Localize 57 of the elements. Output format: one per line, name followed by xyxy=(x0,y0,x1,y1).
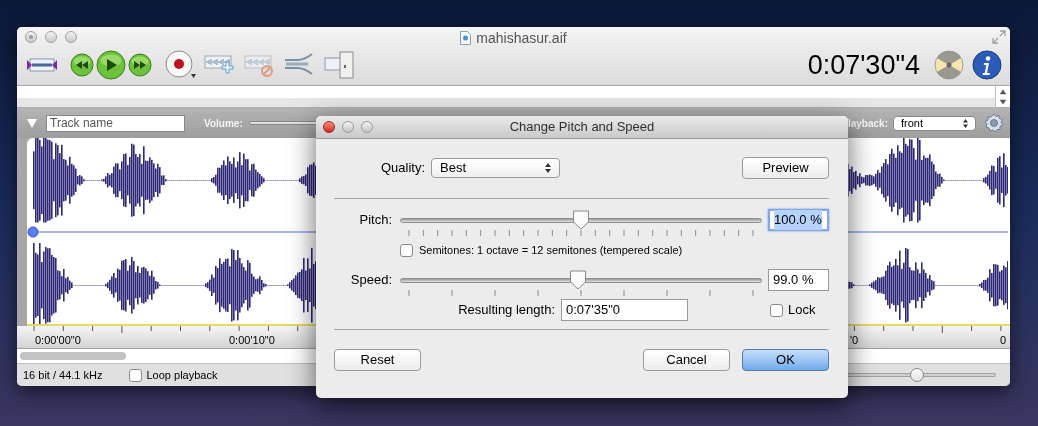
burn-disc-icon[interactable] xyxy=(934,50,964,80)
time-label: 0:00'00"0 xyxy=(35,333,81,348)
track-name-field[interactable]: Track name xyxy=(46,114,185,132)
pitch-field[interactable]: 100.0 % xyxy=(768,209,829,231)
time-display: 0:07'30"4 xyxy=(807,48,920,82)
info-icon[interactable] xyxy=(972,50,1002,80)
lock-checkbox[interactable] xyxy=(770,303,783,317)
slider-thumb[interactable] xyxy=(572,210,590,230)
pitch-label: Pitch: xyxy=(358,211,392,230)
speed-slider[interactable] xyxy=(400,270,762,290)
close-button[interactable] xyxy=(25,31,37,43)
dialog-title: Change Pitch and Speed xyxy=(509,118,655,137)
ok-button[interactable]: OK xyxy=(742,349,829,371)
loop-playback-label: Loop playback xyxy=(146,367,218,383)
window-title: mahishasur.aif xyxy=(476,28,567,48)
resulting-length-label: Resulting length: xyxy=(457,301,555,320)
fullscreen-icon[interactable] xyxy=(992,30,1006,44)
playback-label: layback: xyxy=(847,116,888,131)
volume-label: Volume: xyxy=(204,116,243,131)
play-button[interactable] xyxy=(96,50,126,80)
resulting-length-field[interactable]: 0:07'35"0 xyxy=(561,299,688,321)
time-label: 0 xyxy=(1000,333,1007,348)
slider-thumb[interactable] xyxy=(568,270,587,290)
settings-icon[interactable] xyxy=(984,113,1004,133)
loop-playback-checkbox[interactable] xyxy=(128,368,142,382)
record-button[interactable] xyxy=(165,50,196,80)
playback-select[interactable]: front xyxy=(893,115,976,131)
semitones-checkbox[interactable] xyxy=(400,243,413,257)
slider-thumb[interactable] xyxy=(909,368,924,382)
scrollbar-thumb[interactable] xyxy=(20,352,126,360)
updown-caret-icon xyxy=(963,118,968,128)
disclosure-triangle-icon[interactable] xyxy=(27,118,37,128)
delete-track-icon[interactable] xyxy=(244,52,274,78)
format-label: 16 bit / 44.1 kHz xyxy=(23,367,103,383)
preview-button[interactable]: Preview xyxy=(742,157,829,179)
document-icon xyxy=(460,31,472,45)
speed-field[interactable]: 99.0 % xyxy=(768,269,829,291)
close-button[interactable] xyxy=(323,121,335,133)
pitch-slider[interactable] xyxy=(400,210,762,230)
dialog-button[interactable]: Cancel xyxy=(643,349,730,371)
quality-select[interactable]: Best xyxy=(431,158,561,178)
quality-label: Quality: xyxy=(381,159,426,178)
zoom-button[interactable] xyxy=(65,31,77,43)
time-label: '0 xyxy=(850,333,859,348)
speed-label: Speed: xyxy=(349,271,392,290)
zoom-button[interactable] xyxy=(361,121,373,133)
semitones-label: Semitones: 1 octave = 12 semitones (tempered scale) xyxy=(419,242,683,258)
minimize-button[interactable] xyxy=(45,31,57,43)
time-label: 0:00'10"0 xyxy=(229,333,275,348)
dialog-button[interactable]: Reset xyxy=(334,349,421,371)
fast-forward-button[interactable] xyxy=(128,53,152,77)
crossfade-icon[interactable] xyxy=(284,52,314,78)
lock-label: Lock xyxy=(788,301,816,320)
updown-caret-icon xyxy=(545,163,552,173)
export-icon[interactable] xyxy=(324,50,356,80)
rewind-button[interactable] xyxy=(70,53,94,77)
minimize-button[interactable] xyxy=(342,121,354,133)
